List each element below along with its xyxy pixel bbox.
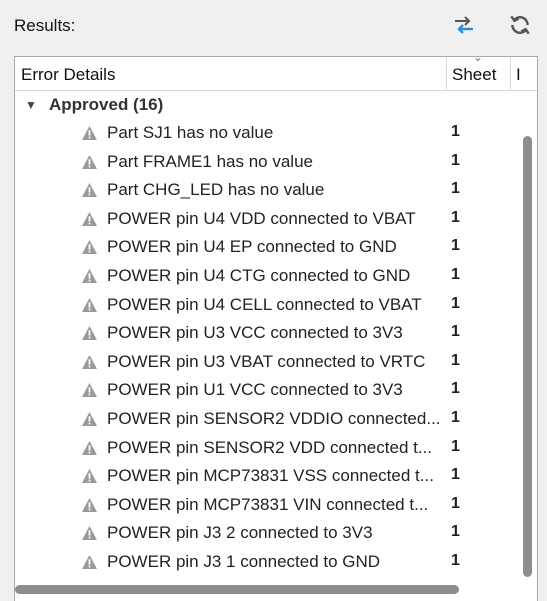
result-message: Part SJ1 has no value — [107, 123, 274, 142]
result-row[interactable]: POWER pin U4 EP connected to GND 1 — [15, 233, 520, 262]
result-row[interactable]: Part FRAME1 has no value 1 — [15, 148, 520, 177]
refresh-button[interactable] — [505, 10, 535, 40]
horizontal-scrollbar[interactable] — [15, 585, 459, 594]
result-sheet: 1 — [451, 323, 460, 341]
column-error-details[interactable]: Error Details — [21, 57, 441, 90]
collapse-triangle-icon[interactable]: ▼ — [25, 98, 39, 112]
result-message: POWER pin MCP73831 VSS connected t... — [107, 466, 434, 486]
warning-icon — [82, 211, 97, 226]
warning-icon — [82, 526, 97, 541]
column-sheet-label: Sheet — [452, 65, 497, 84]
result-message: POWER pin U1 VCC connected to 3V3 — [107, 380, 403, 400]
result-row[interactable]: POWER pin SENSOR2 VDDIO connected... 1 — [15, 405, 520, 434]
result-message: POWER pin U3 VCC connected to 3V3 — [107, 323, 403, 343]
result-message: POWER pin SENSOR2 VDDIO connected... — [107, 408, 441, 428]
result-sheet: 1 — [451, 294, 460, 312]
result-message: POWER pin U4 VDD connected to VBAT — [107, 208, 416, 228]
result-message: POWER pin U3 VBAT connected to VRTC — [107, 351, 426, 371]
sort-chevron-icon: ⌄ — [473, 56, 484, 64]
results-toolbar: Results: — [0, 0, 547, 52]
results-panel: Error Details ⌄ Sheet I ▼ Approved (16) … — [14, 56, 538, 601]
result-sheet: 1 — [451, 408, 460, 426]
swap-arrows-button[interactable] — [449, 10, 479, 40]
result-sheet: 1 — [451, 523, 460, 541]
result-row[interactable]: POWER pin J3 2 connected to 3V3 1 — [15, 519, 520, 548]
result-row[interactable]: POWER pin SENSOR2 VDD connected t... 1 — [15, 434, 520, 463]
result-message: Part CHG_LED has no value — [107, 180, 325, 200]
column-sheet[interactable]: ⌄ Sheet — [446, 57, 510, 90]
result-sheet: 1 — [451, 380, 460, 398]
result-sheet: 1 — [451, 208, 460, 226]
result-row[interactable]: POWER pin MCP73831 VSS connected t... 1 — [15, 462, 520, 491]
result-row[interactable]: Part CHG_LED has no value 1 — [15, 176, 520, 205]
warning-icon — [82, 268, 97, 283]
result-row[interactable]: POWER pin J3 1 connected to GND 1 — [15, 548, 520, 577]
result-message: POWER pin J3 1 connected to GND — [107, 551, 381, 571]
result-sheet: 1 — [451, 494, 460, 512]
result-sheet: 1 — [451, 237, 460, 255]
vertical-scrollbar[interactable] — [523, 136, 532, 577]
warning-icon — [82, 154, 97, 169]
warning-icon — [82, 497, 97, 512]
warning-icon — [82, 554, 97, 569]
result-row[interactable]: POWER pin U4 CELL connected to VBAT 1 — [15, 291, 520, 320]
result-message: POWER pin SENSOR2 VDD connected t... — [107, 437, 433, 457]
warning-icon — [82, 183, 97, 198]
result-message: POWER pin U4 CTG connected to GND — [107, 265, 411, 285]
group-label: Approved (16) — [49, 95, 164, 114]
result-row[interactable]: POWER pin U1 VCC connected to 3V3 1 — [15, 376, 520, 405]
results-list: Part SJ1 has no value 1 Part FRAME1 has no… — [15, 119, 520, 577]
column-extra[interactable]: I — [510, 57, 537, 90]
column-header: Error Details ⌄ Sheet I — [15, 57, 537, 91]
result-row[interactable]: POWER pin U4 CTG connected to GND 1 — [15, 262, 520, 291]
swap-arrows-icon — [455, 16, 473, 34]
warning-icon — [82, 354, 97, 369]
result-sheet: 1 — [451, 437, 460, 455]
warning-icon — [82, 297, 97, 312]
result-row[interactable]: POWER pin U3 VCC connected to 3V3 1 — [15, 319, 520, 348]
result-sheet: 1 — [451, 551, 460, 569]
warning-icon — [82, 411, 97, 426]
result-message: POWER pin U4 EP connected to GND — [107, 237, 397, 257]
result-sheet: 1 — [451, 123, 460, 140]
result-message: POWER pin J3 2 connected to 3V3 — [107, 523, 373, 543]
warning-icon — [82, 326, 97, 341]
warning-icon — [82, 440, 97, 455]
warning-icon — [82, 126, 97, 140]
warning-icon — [82, 469, 97, 484]
result-message: Part FRAME1 has no value — [107, 151, 313, 171]
warning-icon — [82, 383, 97, 398]
warning-icon — [82, 240, 97, 255]
result-message: POWER pin U4 CELL connected to VBAT — [107, 294, 422, 314]
result-sheet: 1 — [451, 351, 460, 369]
result-row[interactable]: Part SJ1 has no value 1 — [15, 119, 520, 148]
result-sheet: 1 — [451, 180, 460, 198]
refresh-icon — [510, 15, 530, 35]
results-title: Results: — [14, 16, 76, 35]
result-message: POWER pin MCP73831 VIN connected t... — [107, 494, 429, 514]
result-row[interactable]: POWER pin U4 VDD connected to VBAT 1 — [15, 205, 520, 234]
group-approved[interactable]: ▼ Approved (16) — [15, 91, 515, 119]
result-sheet: 1 — [451, 265, 460, 283]
result-sheet: 1 — [451, 466, 460, 484]
result-row[interactable]: POWER pin MCP73831 VIN connected t... 1 — [15, 491, 520, 520]
result-row[interactable]: POWER pin U3 VBAT connected to VRTC 1 — [15, 348, 520, 377]
result-sheet: 1 — [451, 151, 460, 169]
